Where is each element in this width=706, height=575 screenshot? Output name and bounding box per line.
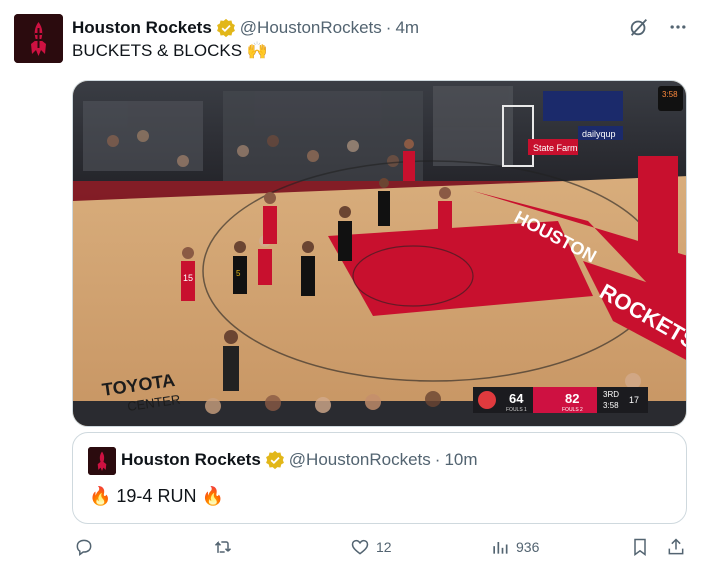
away-score: 64 bbox=[509, 391, 524, 406]
like-icon bbox=[351, 539, 369, 555]
share-button[interactable] bbox=[666, 537, 686, 557]
like-count: 12 bbox=[376, 539, 392, 555]
retweet-icon bbox=[214, 541, 232, 553]
bookmark-icon bbox=[634, 538, 646, 556]
quoted-tweet-header: Houston Rockets @HoustonRockets · 10m bbox=[121, 450, 478, 470]
separator-dot: · bbox=[434, 450, 441, 469]
view-count: 936 bbox=[516, 539, 540, 555]
tweet-top-actions bbox=[628, 16, 688, 38]
quoted-author-handle: @HoustonRockets bbox=[288, 450, 431, 469]
tweet-media-video[interactable]: HOUSTON ROCKETS State Farm dailyqup 3:58… bbox=[72, 80, 687, 427]
sign-dailyquip: dailyqup bbox=[582, 129, 616, 139]
shot-clock: 17 bbox=[629, 395, 639, 405]
share-icon bbox=[668, 538, 684, 555]
quoted-tweet-text: 🔥 19-4 RUN 🔥 bbox=[89, 486, 224, 506]
rockets-logo-icon bbox=[88, 447, 116, 475]
player-number-2: 5 bbox=[236, 269, 241, 278]
more-icon[interactable] bbox=[668, 17, 688, 37]
author-handle[interactable]: @HoustonRockets bbox=[240, 18, 382, 38]
tweet-text: BUCKETS & BLOCKS 🙌 bbox=[72, 41, 268, 60]
reply-icon bbox=[76, 539, 92, 556]
quoted-tweet-time: 10m bbox=[444, 450, 478, 469]
home-score: 82 bbox=[565, 391, 579, 406]
verified-badge-icon bbox=[265, 450, 285, 470]
author-name[interactable]: Houston Rockets bbox=[72, 18, 212, 38]
quoted-author-avatar bbox=[88, 447, 116, 475]
rockets-scoreboard-icon bbox=[533, 387, 557, 413]
scoreboard: 64 FOULS 1 82 FOULS 2 3RD 3:58 17 bbox=[473, 387, 648, 413]
player-number: 15 bbox=[183, 273, 193, 283]
tweet-time[interactable]: 4m bbox=[395, 18, 419, 38]
grok-icon[interactable] bbox=[628, 16, 650, 38]
tweet-header: Houston Rockets @HoustonRockets · 4m bbox=[72, 16, 419, 40]
quoted-author-name: Houston Rockets bbox=[121, 450, 261, 469]
views-button[interactable]: 936 bbox=[490, 537, 539, 557]
author-avatar[interactable] bbox=[14, 14, 63, 63]
verified-badge-icon bbox=[216, 18, 236, 38]
tweet-action-bar: 12 936 bbox=[72, 537, 687, 563]
corner-badge-time: 3:58 bbox=[662, 90, 678, 99]
home-fouls: FOULS 2 bbox=[562, 407, 583, 413]
rockets-logo-icon bbox=[14, 14, 63, 63]
sign-statefarm: State Farm bbox=[533, 143, 578, 153]
game-clock: 3:58 bbox=[603, 401, 619, 410]
away-fouls: FOULS 1 bbox=[506, 407, 527, 413]
bookmark-button[interactable] bbox=[630, 537, 650, 557]
separator-dot: · bbox=[385, 18, 392, 37]
quoted-tweet[interactable]: Houston Rockets @HoustonRockets · 10m 🔥 … bbox=[72, 432, 687, 524]
hawks-logo-icon bbox=[478, 391, 496, 409]
views-icon bbox=[493, 542, 508, 554]
like-button[interactable]: 12 bbox=[350, 537, 392, 557]
retweet-button[interactable] bbox=[212, 537, 240, 557]
reply-button[interactable] bbox=[74, 537, 100, 557]
quarter: 3RD bbox=[603, 390, 619, 399]
